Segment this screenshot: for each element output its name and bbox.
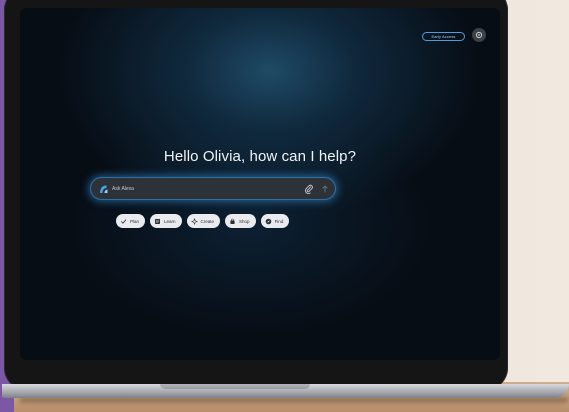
suggestion-chips: Plan Learn Create Shop Find [116, 214, 290, 228]
chip-plan[interactable]: Plan [116, 214, 146, 228]
chip-label: Shop [239, 218, 250, 224]
alexa-icon [100, 185, 108, 193]
paperclip-icon[interactable] [304, 184, 314, 194]
early-access-badge[interactable]: Early Access [422, 32, 465, 41]
laptop-screen: Early Access Hello Olivia, how can I hel… [20, 8, 500, 360]
chip-create[interactable]: Create [186, 214, 221, 228]
laptop-lid: Early Access Hello Olivia, how can I hel… [4, 0, 508, 390]
chip-label: Plan [130, 218, 140, 224]
sparkle-icon [190, 217, 198, 225]
chip-label: Create [200, 218, 215, 224]
chip-learn[interactable]: Learn [150, 214, 182, 228]
ask-alexa-bar[interactable] [90, 177, 336, 200]
laptop-hinge-notch [160, 384, 310, 389]
check-icon [120, 219, 127, 224]
greeting-heading: Hello Olivia, how can I help? [163, 148, 357, 165]
ask-alexa-input[interactable] [112, 183, 292, 195]
settings-button[interactable] [472, 28, 486, 42]
chip-find[interactable]: Find [260, 214, 290, 228]
bag-icon [230, 218, 235, 224]
send-arrow-icon[interactable] [320, 184, 330, 194]
gear-icon [475, 31, 483, 39]
book-icon [155, 218, 160, 224]
chip-shop[interactable]: Shop [225, 214, 256, 228]
compass-icon [265, 218, 271, 224]
chip-label: Learn [164, 218, 176, 224]
chip-label: Find [274, 218, 284, 224]
